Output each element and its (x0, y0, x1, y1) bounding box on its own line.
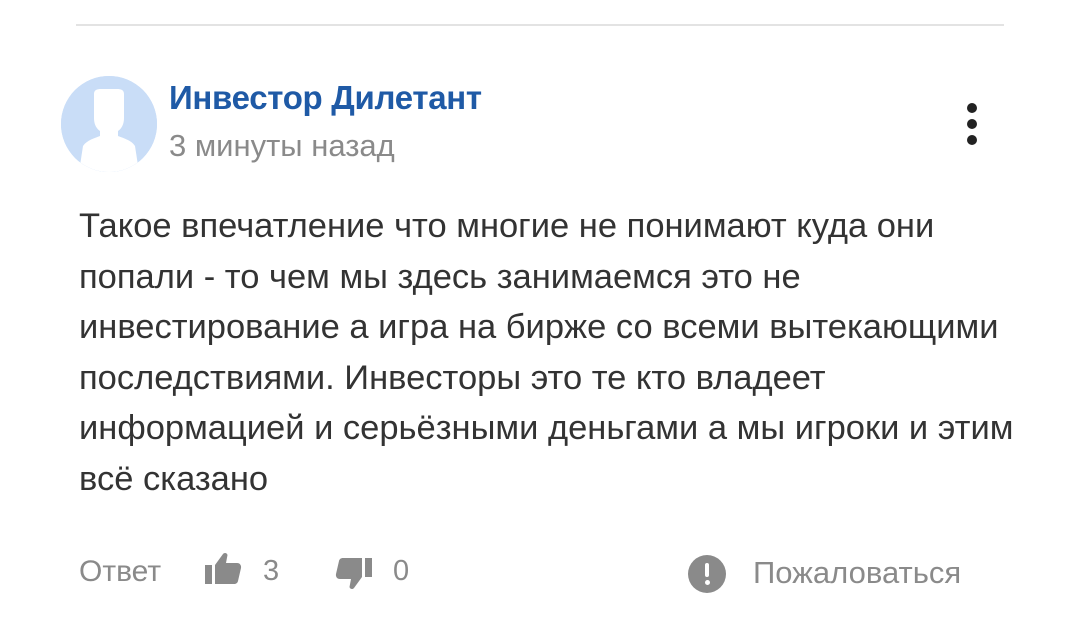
exclamation-circle-icon[interactable] (688, 555, 726, 593)
comment-text: Такое впечатление что многие не понимают… (79, 207, 1014, 498)
menu-dot (967, 103, 977, 113)
report-button[interactable]: Пожаловаться (753, 555, 961, 591)
comment-timestamp: 3 минуты назад (169, 128, 395, 163)
avatar[interactable] (61, 76, 157, 172)
menu-dot (967, 119, 977, 129)
dislike-count: 0 (393, 555, 410, 587)
top-divider (76, 24, 1004, 26)
thumbs-down-icon[interactable] (335, 557, 373, 591)
menu-dot (967, 135, 977, 145)
reply-button[interactable]: Ответ (79, 555, 161, 589)
thumbs-up-icon[interactable] (204, 551, 242, 585)
comment-actions: Ответ 3 0 Пожаловаться (0, 545, 1080, 605)
author-name[interactable]: Инвестор Дилетант (169, 79, 482, 117)
more-options-icon[interactable] (955, 98, 989, 150)
like-count: 3 (263, 555, 280, 587)
user-silhouette-icon (61, 76, 157, 172)
